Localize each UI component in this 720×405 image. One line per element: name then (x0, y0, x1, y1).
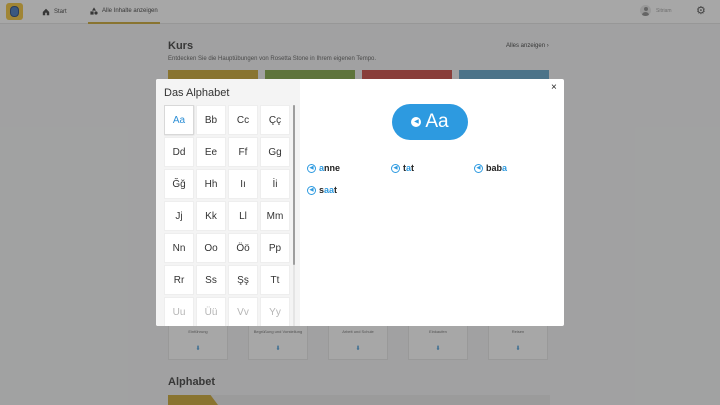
letter-cell[interactable]: Kk (196, 201, 226, 231)
alphabet-modal: Das Alphabet Aa Bb Cc Çç Dd Ee Ff Gg Ğğ Hh Iı İi Jj K… (156, 79, 564, 326)
letter-cell[interactable]: Nn (164, 233, 194, 263)
letter-cell[interactable]: Bb (196, 105, 226, 135)
speaker-icon: ◀ (307, 163, 316, 173)
close-button[interactable]: × (551, 83, 557, 93)
letter-cell[interactable]: Uu (164, 297, 194, 326)
selected-letter: Aa (425, 111, 449, 132)
speaker-icon: ◀ (474, 163, 483, 173)
word-highlight: a (502, 163, 508, 173)
letter-cell[interactable]: Vv (228, 297, 258, 326)
word-post: nne (324, 163, 341, 173)
letter-cell[interactable]: Dd (164, 137, 194, 167)
word-pre: bab (486, 163, 503, 173)
word-audio-item[interactable]: ◀ a nne (307, 163, 340, 173)
letter-cell[interactable]: Iı (228, 169, 258, 199)
word-audio-item[interactable]: ◀ s aa t (307, 185, 337, 195)
letter-cell[interactable]: Üü (196, 297, 226, 326)
letter-cell[interactable]: Pp (260, 233, 290, 263)
letter-cell[interactable]: Cc (228, 105, 258, 135)
word-post: t (411, 163, 415, 173)
speaker-icon: ◀ (411, 117, 422, 127)
letter-cell[interactable]: Gg (260, 137, 290, 167)
letter-cell[interactable]: Ff (228, 137, 258, 167)
letter-cell[interactable]: Hh (196, 169, 226, 199)
speaker-icon: ◀ (307, 185, 316, 195)
letter-cell[interactable]: Tt (260, 265, 290, 295)
modal-title: Das Alphabet (164, 87, 230, 99)
letter-cell[interactable]: Ll (228, 201, 258, 231)
letter-audio-button[interactable]: ◀ Aa (392, 104, 468, 140)
letter-cell[interactable]: Oo (196, 233, 226, 263)
letter-cell[interactable]: Jj (164, 201, 194, 231)
word-audio-item[interactable]: ◀ tat (391, 163, 414, 173)
scrollbar-thumb[interactable] (293, 105, 295, 265)
letter-grid: Aa Bb Cc Çç Dd Ee Ff Gg Ğğ Hh Iı İi Jj Kk Ll Mm Nn Oo Öö Pp… (164, 105, 292, 326)
word-post: t (334, 185, 338, 195)
word-audio-item[interactable]: ◀ bab a (474, 163, 507, 173)
letter-cell[interactable]: Yy (260, 297, 290, 326)
letter-cell[interactable]: Ğğ (164, 169, 194, 199)
letter-cell[interactable]: Rr (164, 265, 194, 295)
letter-panel: Das Alphabet Aa Bb Cc Çç Dd Ee Ff Gg Ğğ Hh Iı İi Jj K… (156, 79, 300, 326)
letter-cell[interactable]: Öö (228, 233, 258, 263)
letter-cell[interactable]: Ss (196, 265, 226, 295)
letter-cell[interactable]: Şş (228, 265, 258, 295)
letter-cell[interactable]: İi (260, 169, 290, 199)
letter-cell[interactable]: Ee (196, 137, 226, 167)
letter-cell[interactable]: Aa (164, 105, 194, 135)
word-highlight: aa (324, 185, 335, 195)
letter-cell[interactable]: Çç (260, 105, 290, 135)
letter-cell[interactable]: Mm (260, 201, 290, 231)
speaker-icon: ◀ (391, 163, 400, 173)
